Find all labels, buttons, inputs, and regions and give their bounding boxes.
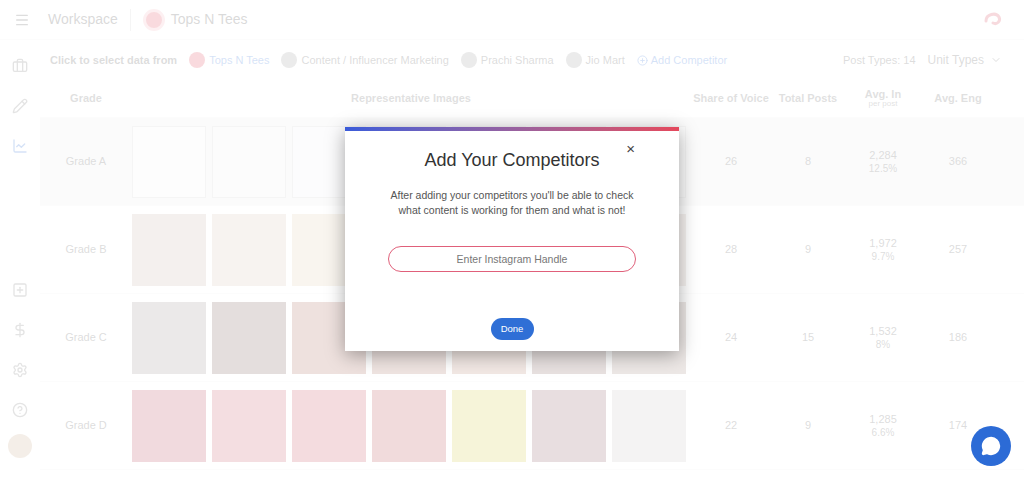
instagram-handle-input[interactable]	[388, 246, 636, 272]
close-button[interactable]: ×	[624, 141, 637, 156]
done-button[interactable]: Done	[491, 318, 534, 340]
chat-button[interactable]	[971, 426, 1011, 466]
add-competitors-modal: Add Your Competitors×After adding your c…	[345, 127, 679, 351]
app: WorkspaceTops N TeesClick to select data…	[0, 0, 1024, 479]
modal-description: After adding your competitors you'll be …	[382, 188, 642, 218]
modal-accent-bar	[345, 127, 679, 131]
modal-footer: Done	[345, 318, 679, 351]
chat-icon	[981, 436, 1001, 456]
